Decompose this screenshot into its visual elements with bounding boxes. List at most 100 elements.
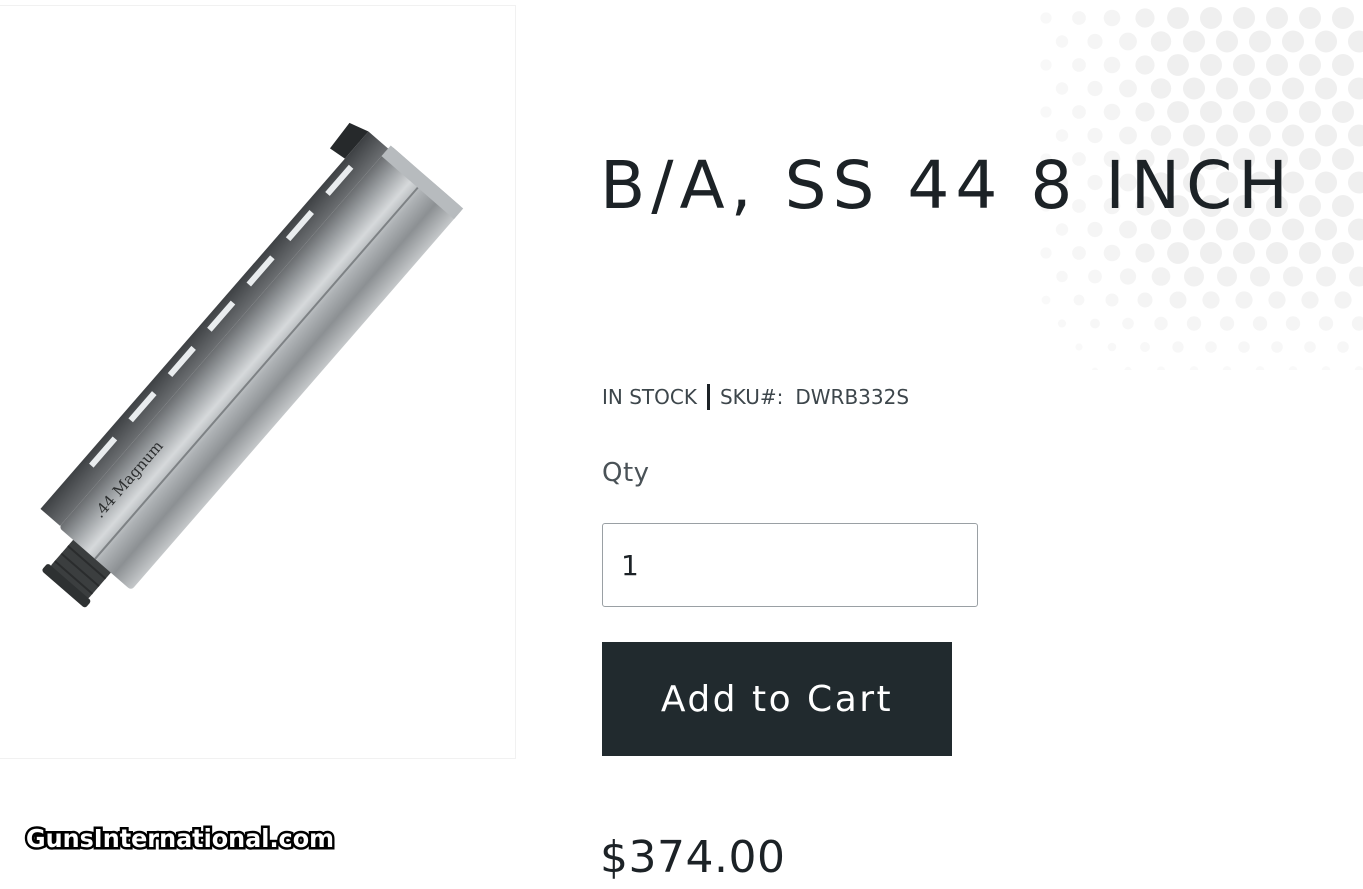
decorative-dot — [1055, 35, 1069, 48]
decorative-dot — [1124, 366, 1132, 370]
decorative-dot — [1233, 242, 1255, 264]
decorative-dot — [1040, 12, 1052, 24]
product-page: .44 Magnum GunsInternational.com B/A, SS… — [0, 0, 1363, 889]
decorative-dot — [1090, 318, 1100, 329]
decorative-dot — [1216, 30, 1238, 53]
decorative-dot — [1107, 342, 1117, 352]
decorative-dot — [1250, 266, 1270, 287]
decorative-dot — [1073, 294, 1085, 306]
decorative-dot — [1167, 101, 1189, 123]
watermark-logo: GunsInternational.com — [22, 815, 342, 861]
decorative-dot — [1205, 341, 1217, 353]
product-price: $374.00 — [600, 832, 786, 883]
decorative-dot — [1354, 366, 1363, 370]
decorative-dot — [1332, 101, 1354, 123]
decorative-dot — [1200, 7, 1222, 29]
decorative-dot — [1041, 295, 1051, 305]
decorative-dot — [1057, 319, 1067, 328]
decorative-dot — [1072, 11, 1086, 25]
decorative-dot — [1282, 30, 1304, 53]
decorative-dot — [1301, 291, 1319, 309]
decorative-dot — [1271, 341, 1283, 353]
decorative-dot — [1137, 292, 1153, 308]
decorative-dot — [1189, 366, 1199, 370]
product-meta: IN STOCK SKU#: DWRB332S — [602, 384, 909, 410]
decorative-dot — [1332, 148, 1354, 170]
decorative-dot — [1266, 54, 1288, 76]
decorative-dot — [1348, 77, 1363, 100]
decorative-dot — [1088, 269, 1102, 284]
decorative-dot — [1348, 30, 1363, 53]
decorative-dot — [1332, 7, 1354, 29]
decorative-dot — [1332, 242, 1354, 264]
decorative-dot — [1216, 77, 1238, 100]
sku-label: SKU#: — [719, 385, 784, 409]
decorative-dot — [1135, 8, 1155, 28]
decorative-dot — [1200, 101, 1222, 123]
decorative-dot — [1119, 32, 1137, 51]
decorative-dot — [1255, 366, 1265, 370]
quantity-input[interactable] — [602, 523, 978, 607]
decorative-dot — [1233, 7, 1255, 29]
decorative-dot — [1238, 341, 1250, 353]
decorative-dot — [1222, 366, 1232, 370]
decorative-dot — [1316, 266, 1336, 287]
decorative-dot — [1268, 291, 1286, 309]
watermark-text: GunsInternational.com — [26, 824, 334, 853]
meta-divider — [706, 384, 710, 410]
decorative-dot — [1167, 54, 1189, 76]
decorative-dot — [1135, 55, 1155, 75]
decorative-dot — [1321, 366, 1331, 370]
decorative-dot — [1219, 316, 1235, 331]
decorative-dot — [1318, 316, 1334, 331]
decorative-dot — [1092, 367, 1098, 370]
decorative-dot — [1135, 102, 1155, 122]
decorative-dot — [1167, 242, 1189, 264]
decorative-dot — [1183, 30, 1205, 53]
decorative-dot — [1087, 80, 1103, 97]
decorative-dot — [1349, 266, 1363, 287]
decorative-dot — [1140, 342, 1150, 352]
decorative-dot — [1119, 268, 1137, 285]
decorative-dot — [1103, 103, 1121, 121]
decorative-dot — [1299, 242, 1321, 264]
decorative-dot — [1233, 54, 1255, 76]
decorative-dot — [1315, 124, 1337, 147]
decorative-dot — [1348, 218, 1363, 241]
decorative-dot — [1202, 291, 1220, 309]
decorative-dot — [1315, 171, 1337, 194]
decorative-dot — [1348, 171, 1363, 194]
decorative-dot — [1235, 291, 1253, 309]
decorative-dot — [1150, 31, 1172, 52]
decorative-dot — [1119, 79, 1137, 98]
decorative-dot — [1135, 243, 1155, 263]
decorative-dot — [1233, 101, 1255, 123]
decorative-dot — [1055, 82, 1069, 95]
decorative-dot — [1299, 7, 1321, 29]
decorative-dot — [1087, 33, 1103, 50]
decorative-dot — [1299, 54, 1321, 76]
decorative-dot — [1332, 54, 1354, 76]
decorative-dot — [1299, 148, 1321, 170]
decorative-dot — [1266, 101, 1288, 123]
decorative-dot — [1200, 54, 1222, 76]
decorative-dot — [1040, 106, 1052, 118]
decorative-dot — [1351, 316, 1363, 331]
sku-value: DWRB332S — [795, 385, 910, 409]
decorative-dot — [1184, 266, 1204, 287]
decorative-dot — [1283, 266, 1303, 287]
decorative-dot — [1072, 105, 1086, 119]
decorative-dot — [1154, 316, 1168, 331]
decorative-dot — [1332, 195, 1354, 217]
decorative-dot — [1315, 30, 1337, 53]
product-image[interactable]: .44 Magnum — [0, 5, 516, 759]
decorative-dot — [1285, 316, 1301, 331]
decorative-dot — [1105, 293, 1119, 307]
decorative-dot — [1122, 317, 1134, 330]
decorative-dot — [1172, 341, 1184, 353]
decorative-dot — [1249, 77, 1271, 100]
decorative-dot — [1072, 58, 1086, 72]
decorative-dot — [1075, 343, 1083, 351]
add-to-cart-button[interactable]: Add to Cart — [602, 642, 952, 756]
decorative-dot — [1186, 316, 1202, 331]
